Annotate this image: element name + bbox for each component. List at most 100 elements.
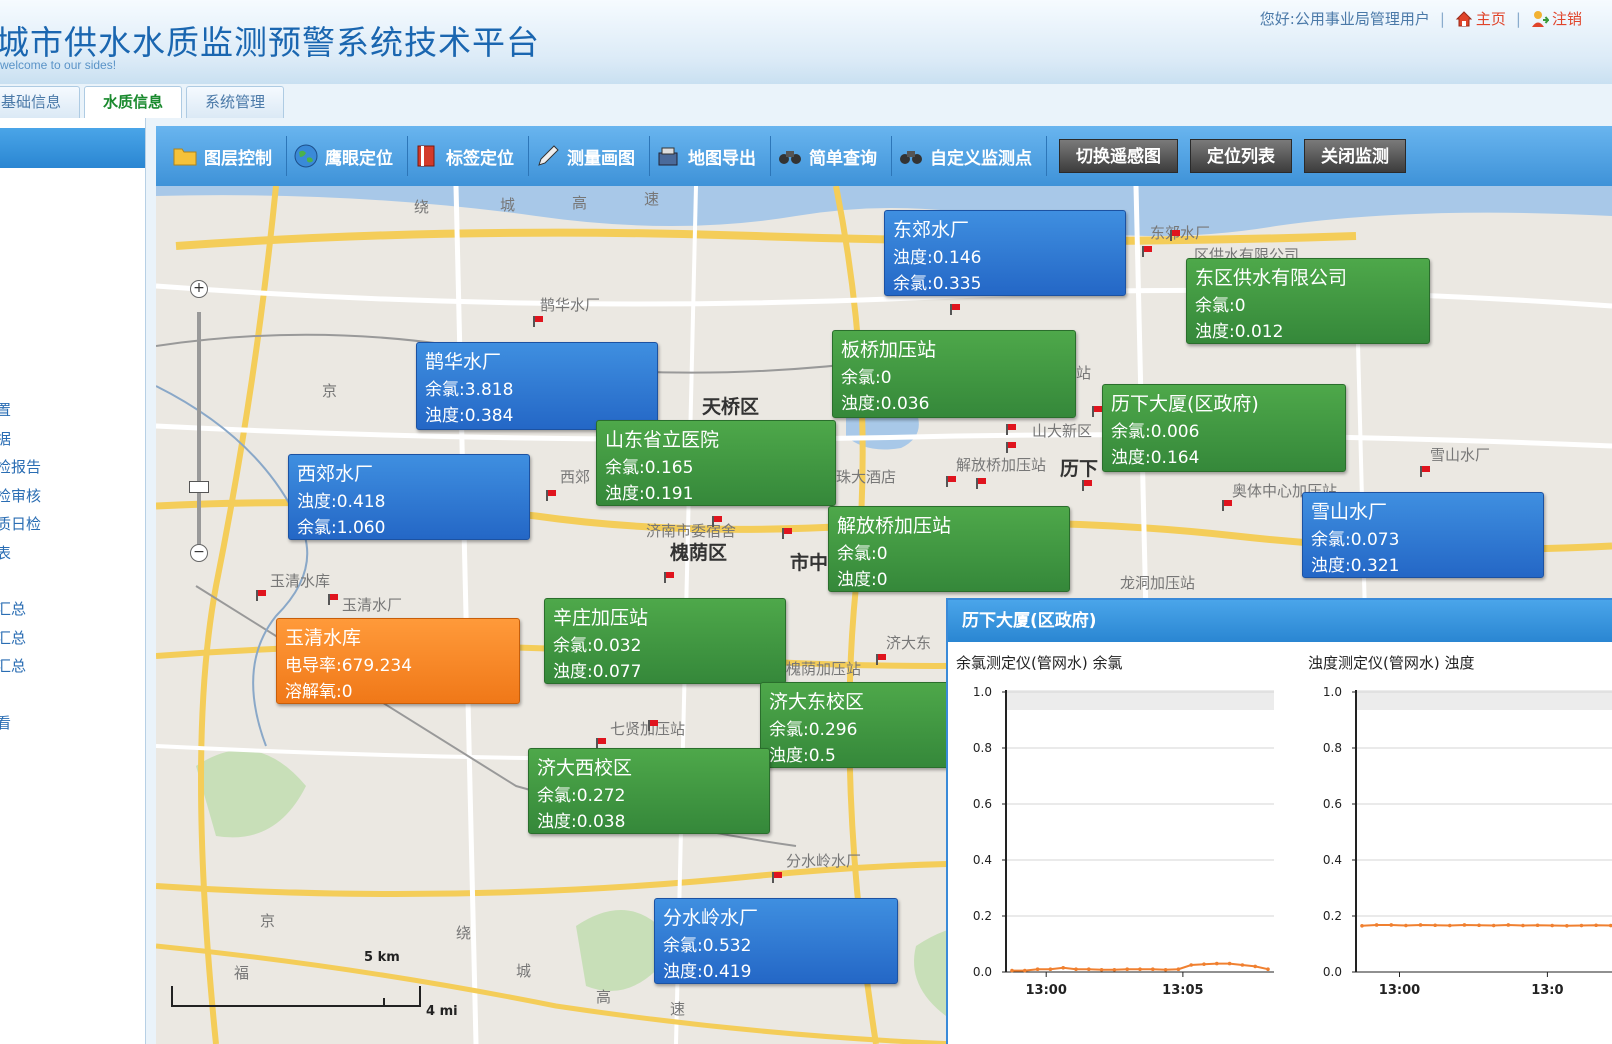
map-label: 城 (516, 962, 532, 980)
station-marker[interactable] (664, 572, 674, 583)
station-callout-jidadong[interactable]: 济大东校区 余氯:0.296 浊度:0.5 (760, 682, 950, 768)
switch-satellite-button[interactable]: 切换遥感图 (1059, 139, 1178, 173)
chlorine-chart: 0.0 0.2 0.4 0.6 0.8 1.0 13:00 13:05 (973, 685, 1274, 998)
station-callout-lixia[interactable]: 历下大厦(区政府) 余氯:0.006 浊度:0.164 (1102, 384, 1346, 472)
data-point (1202, 962, 1206, 966)
chart-title-turbidity: 浊度测定仪(管网水) 浊度 (1308, 654, 1475, 672)
data-point (1253, 964, 1257, 969)
callout-title: 玉清水库 (285, 627, 362, 649)
sidebar-item[interactable]: 质日检 (0, 510, 41, 539)
callout-value: 浊度:0.077 (553, 662, 642, 682)
zoom-out-button[interactable]: − (190, 544, 208, 562)
data-point (1189, 963, 1193, 967)
map-export-button[interactable]: 地图导出 (650, 136, 771, 176)
sidebar-item[interactable]: 看 (0, 709, 41, 738)
map-label: 城 (500, 196, 516, 214)
callout-value: 浊度:0.164 (1111, 448, 1200, 468)
station-marker[interactable] (712, 516, 722, 527)
station-callout-banqiao[interactable]: 板桥加压站 余氯:0 浊度:0.036 (832, 330, 1076, 418)
data-point (1035, 967, 1040, 971)
zoom-slider-thumb[interactable] (189, 481, 209, 493)
map-scale-bar (171, 986, 421, 1007)
station-callout-jiefangqiao[interactable]: 解放桥加压站 余氯:0 浊度:0 (828, 506, 1070, 592)
station-marker[interactable] (876, 654, 886, 665)
station-marker[interactable] (976, 478, 986, 489)
eagle-eye-button[interactable]: 鹰眼定位 (287, 136, 408, 176)
station-callout-shengliyiyuan[interactable]: 山东省立医院 余氯:0.165 浊度:0.191 (596, 420, 836, 506)
y-tick-label: 0.6 (1323, 797, 1342, 811)
sidebar-item[interactable]: 检审核 (0, 482, 41, 511)
station-marker[interactable] (596, 738, 606, 749)
logout-link[interactable]: 注销 (1531, 8, 1582, 29)
map-label: 高 (572, 194, 588, 212)
user-links: 您好:公用事业局管理用户 | 主页 | 注销 (1260, 8, 1582, 29)
station-callout-dongjiao[interactable]: 东郊水厂 浊度:0.146 余氯:0.335 (884, 210, 1126, 296)
sidebar-item[interactable]: 汇总 (0, 595, 41, 624)
data-point (1506, 923, 1511, 927)
measure-draw-button[interactable]: 测量画图 (529, 136, 650, 176)
station-callout-xinzhuang[interactable]: 辛庄加压站 余氯:0.032 浊度:0.077 (544, 598, 786, 684)
simple-query-button[interactable]: 简单查询 (771, 136, 892, 176)
station-marker[interactable] (256, 590, 266, 601)
station-marker[interactable] (1222, 500, 1232, 511)
station-marker[interactable] (1006, 424, 1016, 435)
callout-value: 余氯:0.335 (893, 274, 982, 294)
station-marker[interactable] (648, 720, 658, 731)
tab-water-quality[interactable]: 水质信息 (84, 86, 183, 118)
close-monitor-button[interactable]: 关闭监测 (1304, 139, 1406, 173)
station-callout-quehua[interactable]: 鹊华水厂 余氯:3.818 浊度:0.384 (416, 342, 658, 430)
tab-basic-info[interactable]: 基础信息 (0, 86, 81, 118)
callout-title: 历下大厦(区政府) (1111, 393, 1259, 415)
home-link[interactable]: 主页 (1455, 8, 1506, 29)
station-callout-jidaxi[interactable]: 济大西校区 余氯:0.272 浊度:0.038 (528, 748, 770, 834)
map-panel[interactable]: 图层控制 鹰眼定位 标签定位 测量画图 地图导出 简单查询 自定义监测点 切换遥… (156, 126, 1612, 1044)
custom-monitor-button[interactable]: 自定义监测点 (892, 136, 1047, 176)
data-point (1176, 967, 1181, 971)
tab-system-management[interactable]: 系统管理 (186, 86, 285, 118)
station-marker[interactable] (533, 316, 543, 327)
station-marker[interactable] (1142, 246, 1152, 257)
station-callout-xijiao[interactable]: 西郊水厂 浊度:0.418 余氯:1.060 (288, 454, 530, 540)
locate-list-button[interactable]: 定位列表 (1190, 139, 1292, 173)
home-icon (1455, 10, 1473, 26)
main-tabs: 基础信息 水质信息 系统管理 (0, 86, 285, 118)
station-marker[interactable] (1092, 406, 1102, 417)
station-callout-dongqu[interactable]: 东区供水有限公司 余氯:0 浊度:0.012 (1186, 258, 1430, 344)
sidebar-item[interactable]: 置 (0, 396, 41, 425)
station-callout-fenshuiling[interactable]: 分水岭水厂 余氯:0.532 浊度:0.419 (654, 898, 898, 984)
station-marker[interactable] (328, 594, 338, 605)
station-callout-yuqing[interactable]: 玉清水库 电导率:679.234 溶解氧:0 (276, 618, 520, 704)
map-label: 济南市委宿舍 (646, 522, 737, 540)
layer-control-button[interactable]: 图层控制 (166, 136, 287, 176)
map-label: 槐荫加压站 (786, 660, 862, 678)
sidebar-item[interactable]: 表 (0, 539, 41, 568)
globe-icon (294, 144, 318, 168)
station-marker[interactable] (950, 304, 960, 315)
station-callout-xueshan[interactable]: 雪山水厂 余氯:0.073 浊度:0.321 (1302, 492, 1544, 578)
station-marker[interactable] (1006, 442, 1016, 453)
zoom-in-button[interactable]: + (190, 280, 208, 298)
station-marker[interactable] (1082, 480, 1092, 491)
station-marker[interactable] (546, 490, 556, 501)
y-tick-label: 0.2 (1323, 909, 1342, 923)
left-sidebar: 置 据 检报告 检审核 质日检 表 汇总 汇总 汇总 看 (0, 118, 146, 1044)
station-marker[interactable] (1420, 466, 1430, 477)
label-locate-button[interactable]: 标签定位 (408, 136, 529, 176)
map-label: 速 (644, 190, 660, 208)
zoom-slider-track[interactable] (197, 312, 201, 548)
callout-value: 溶解氧:0 (285, 682, 353, 702)
y-tick-label: 0.2 (973, 909, 992, 923)
sidebar-item[interactable]: 据 (0, 425, 41, 454)
callout-value: 余氯:0.073 (1311, 530, 1400, 550)
station-marker[interactable] (772, 872, 782, 883)
sidebar-item[interactable]: 汇总 (0, 652, 41, 681)
station-marker[interactable] (782, 528, 792, 539)
station-marker[interactable] (1170, 230, 1180, 241)
data-point (1023, 968, 1027, 973)
sidebar-item[interactable]: 检报告 (0, 453, 41, 482)
sidebar-item[interactable]: 汇总 (0, 624, 41, 653)
callout-value: 余氯:0 (841, 368, 892, 388)
station-marker[interactable] (946, 476, 956, 487)
data-point (1266, 967, 1270, 971)
district-label: 历下 (1060, 458, 1099, 480)
